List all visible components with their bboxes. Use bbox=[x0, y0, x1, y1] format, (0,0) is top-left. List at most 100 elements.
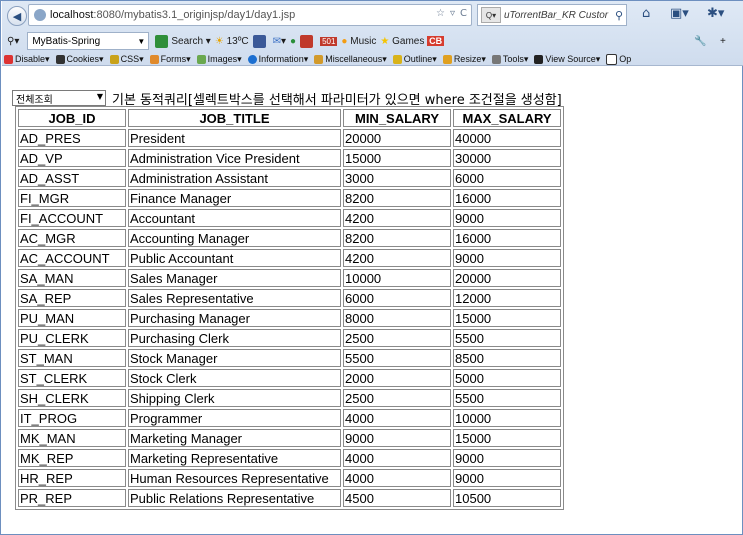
query-type-value: 전체조회 bbox=[16, 94, 53, 106]
max-salary-cell: 9000 bbox=[453, 249, 561, 267]
information-icon bbox=[247, 54, 257, 64]
job-id-cell: SA_REP bbox=[18, 289, 126, 307]
facebook-button[interactable] bbox=[252, 34, 269, 48]
webdev-resize[interactable]: Resize▾ bbox=[442, 54, 486, 65]
job-id-cell: FI_MGR bbox=[18, 189, 126, 207]
min-salary-cell: 3000 bbox=[343, 169, 451, 187]
webdev-miscellaneous[interactable]: Miscellaneous▾ bbox=[314, 54, 387, 65]
job-title-cell: Administration Assistant bbox=[128, 169, 341, 187]
webdev-outline[interactable]: Outline▾ bbox=[392, 54, 437, 65]
max-salary-cell: 9000 bbox=[453, 449, 561, 467]
min-salary-cell: 20000 bbox=[343, 129, 451, 147]
webdev-cookies[interactable]: Cookies▾ bbox=[55, 54, 104, 65]
job-id-cell: MK_MAN bbox=[18, 429, 126, 447]
webdev-disable[interactable]: Disable▾ bbox=[4, 54, 50, 65]
games-label: Games bbox=[392, 35, 425, 47]
table-row: PR_REP Public Relations Representative 450… bbox=[18, 489, 561, 507]
webdev-css[interactable]: CSS▾ bbox=[109, 53, 144, 65]
job-id-cell: PR_REP bbox=[18, 489, 126, 507]
video-button[interactable] bbox=[300, 34, 316, 48]
search-icon[interactable]: ⚲ bbox=[615, 9, 623, 22]
address-url[interactable]: localhost:8080/mybatis3.1_originjsp/day1… bbox=[50, 9, 295, 21]
column-header-job-id: JOB_ID bbox=[18, 109, 126, 127]
dropdown-arrow-icon[interactable]: ▿ bbox=[450, 8, 455, 19]
job-title-cell: Sales Manager bbox=[128, 269, 341, 287]
options-icon bbox=[606, 53, 618, 65]
window-menu-icon[interactable]: ▣▾ bbox=[670, 6, 689, 21]
back-icon[interactable]: ◀ bbox=[7, 6, 27, 26]
job-title-cell: Public Relations Representative bbox=[128, 489, 341, 507]
min-salary-cell: 2500 bbox=[343, 329, 451, 347]
min-salary-cell: 10000 bbox=[343, 269, 451, 287]
addon-icon[interactable]: ✱▾ bbox=[707, 6, 724, 21]
facebook-icon bbox=[252, 34, 266, 48]
chevron-down-icon: ▼ bbox=[137, 36, 146, 46]
webdev-view-source-label: View Source▾ bbox=[545, 53, 601, 64]
page-content: 전체조회 ▼ 기본 동적쿼리[셀렉트박스를 선택해서 파라미터가 있으면 whe… bbox=[2, 67, 742, 534]
search-engine-icon[interactable]: Q▾ bbox=[481, 7, 501, 23]
max-salary-cell: 40000 bbox=[453, 129, 561, 147]
min-salary-cell: 2500 bbox=[343, 389, 451, 407]
search-placeholder: uTorrentBar_KR Custor bbox=[504, 9, 609, 21]
music-label: Music bbox=[350, 35, 377, 47]
job-id-cell: ST_CLERK bbox=[18, 369, 126, 387]
webdev-images[interactable]: Images▾ bbox=[196, 53, 242, 65]
search-box[interactable]: Q▾ uTorrentBar_KR Custor ⚲ bbox=[477, 4, 627, 26]
music-icon: ● bbox=[341, 35, 348, 47]
webdev-css-label: CSS▾ bbox=[120, 53, 144, 64]
profile-combo-value: MyBatis-Spring bbox=[32, 35, 101, 47]
min-salary-cell: 8200 bbox=[343, 189, 451, 207]
webdev-options[interactable]: Op bbox=[606, 53, 631, 65]
table-row: HR_REP Human Resources Representative 4000… bbox=[18, 469, 561, 487]
forms-icon bbox=[149, 54, 159, 64]
job-title-cell: Purchasing Manager bbox=[128, 309, 341, 327]
webdev-forms[interactable]: Forms▾ bbox=[149, 54, 191, 65]
min-salary-cell: 4200 bbox=[343, 249, 451, 267]
address-bar[interactable]: localhost:8080/mybatis3.1_originjsp/day1… bbox=[28, 4, 472, 26]
toolbar-search-label: Search bbox=[171, 35, 204, 47]
profile-combo[interactable]: MyBatis-Spring ▼ bbox=[27, 32, 150, 50]
browser-window: ◀ localhost:8080/mybatis3.1_originjsp/da… bbox=[0, 0, 743, 535]
bookmark-star-icon[interactable]: ☆ bbox=[436, 8, 445, 19]
badge-button[interactable]: 501 bbox=[320, 36, 338, 46]
column-header-min-salary: MIN_SALARY bbox=[343, 109, 451, 127]
webdev-tools-label: Tools▾ bbox=[502, 53, 529, 64]
jobs-table: JOB_ID JOB_TITLE MIN_SALARY MAX_SALARY A… bbox=[15, 106, 564, 510]
wrench-icon[interactable]: 🔧 bbox=[694, 36, 706, 47]
min-salary-cell: 4000 bbox=[343, 409, 451, 427]
mail-button[interactable]: ✉ ▾ bbox=[273, 36, 286, 47]
max-salary-cell: 30000 bbox=[453, 149, 561, 167]
add-icon[interactable]: + bbox=[720, 36, 726, 47]
job-id-cell: HR_REP bbox=[18, 469, 126, 487]
chat-button[interactable]: ● bbox=[290, 36, 296, 47]
min-salary-cell: 4500 bbox=[343, 489, 451, 507]
games-button[interactable]: ★ Games CB bbox=[380, 35, 445, 47]
webdev-toolbar: Disable▾ Cookies▾ CSS▾ Forms▾ Images▾ In… bbox=[2, 53, 743, 65]
query-type-select[interactable]: 전체조회 ▼ bbox=[12, 90, 106, 106]
webdev-view-source[interactable]: View Source▾ bbox=[534, 54, 600, 65]
job-title-cell: Finance Manager bbox=[128, 189, 341, 207]
webdev-tools[interactable]: Tools▾ bbox=[491, 53, 529, 65]
site-identity-icon[interactable] bbox=[34, 9, 46, 21]
webdev-information[interactable]: Information▾ bbox=[247, 54, 308, 65]
table-row: AC_MGR Accounting Manager 8200 16000 bbox=[18, 229, 561, 247]
table-row: AD_ASST Administration Assistant 3000 6000 bbox=[18, 169, 561, 187]
search-go-icon bbox=[155, 34, 169, 48]
home-icon[interactable]: ⌂ bbox=[642, 6, 650, 21]
min-salary-cell: 9000 bbox=[343, 429, 451, 447]
job-title-cell: Public Accountant bbox=[128, 249, 341, 267]
reload-icon[interactable]: C bbox=[460, 8, 467, 19]
table-row: AD_PRES President 20000 40000 bbox=[18, 129, 561, 147]
weather-widget[interactable]: ☀ 13ºC bbox=[215, 36, 249, 47]
table-row: SH_CLERK Shipping Clerk 2500 5500 bbox=[18, 389, 561, 407]
table-row: ST_MAN Stock Manager 5500 8500 bbox=[18, 349, 561, 367]
toolbar-search-button[interactable]: Search ▾ bbox=[155, 34, 211, 48]
music-button[interactable]: ● Music bbox=[341, 36, 376, 47]
table-row: IT_PROG Programmer 4000 10000 bbox=[18, 409, 561, 427]
toolbar-search-icon[interactable]: ⚲▾ bbox=[7, 36, 19, 47]
addon-toolbar: ⚲▾ MyBatis-Spring ▼ Search ▾ ☀ 13ºC ✉ ▾ ●… bbox=[2, 31, 743, 51]
max-salary-cell: 16000 bbox=[453, 229, 561, 247]
job-title-cell: Stock Clerk bbox=[128, 369, 341, 387]
cookies-icon bbox=[55, 54, 65, 64]
webdev-images-label: Images▾ bbox=[207, 53, 242, 64]
